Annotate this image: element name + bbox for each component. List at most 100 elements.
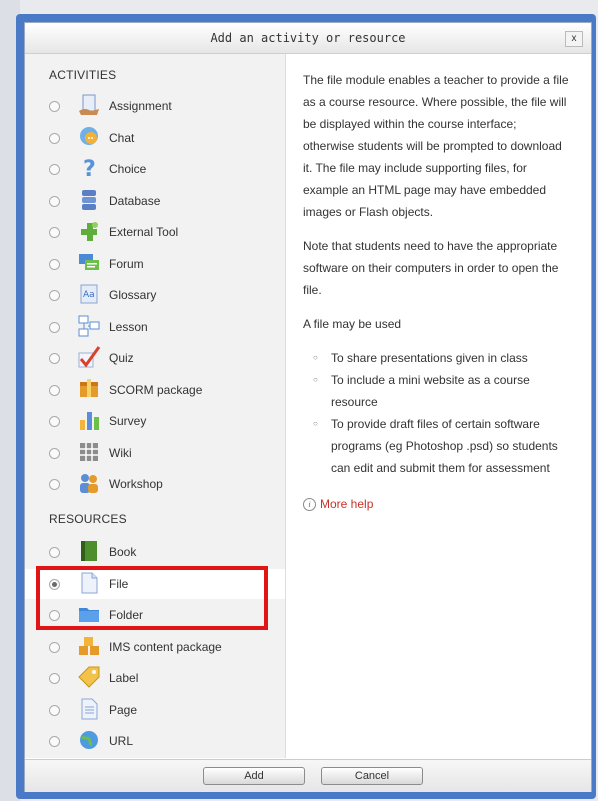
info-icon: i (303, 497, 316, 511)
radio-forum[interactable] (49, 258, 60, 270)
option-label: URL (109, 734, 134, 748)
database-icon (77, 188, 101, 212)
option-workshop[interactable]: Workshop (25, 469, 285, 499)
radio-scorm-package[interactable] (49, 384, 60, 396)
option-label: Page (109, 702, 138, 717)
option-assignment[interactable]: Assignment (25, 91, 285, 121)
dialog-header: Add an activity or resource x (25, 23, 591, 54)
svg-text:?: ? (83, 157, 96, 180)
workshop-icon (77, 471, 101, 495)
option-label: Forum (109, 256, 144, 271)
option-label: Assignment (109, 99, 172, 113)
option-external-tool[interactable]: External Tool (25, 217, 285, 247)
ims-package-icon (77, 634, 101, 658)
option-forum[interactable]: Forum (25, 249, 285, 279)
radio-chat[interactable] (49, 132, 60, 144)
module-description: The file module enables a teacher to pro… (303, 69, 571, 515)
description-paragraph: A file may be used (303, 317, 402, 331)
page-icon (77, 697, 101, 721)
svg-text:Aa: Aa (83, 290, 95, 300)
option-survey[interactable]: Survey (25, 406, 285, 436)
radio-url[interactable] (49, 736, 60, 747)
option-quiz[interactable]: Quiz (25, 343, 285, 373)
option-label: IMS content package (109, 639, 222, 654)
forum-icon (77, 251, 101, 275)
option-label: Database (109, 193, 161, 208)
list-item: To provide draft files of certain softwa… (313, 413, 571, 479)
option-wiki[interactable]: Wiki (25, 438, 285, 468)
choice-icon: ? (77, 156, 101, 182)
book-icon (77, 539, 101, 563)
close-button[interactable]: x (565, 31, 583, 47)
option-label: Workshop (109, 477, 163, 491)
option-label[interactable]: Label (25, 663, 285, 693)
option-ims-content-package[interactable]: IMS content package (25, 632, 285, 662)
option-label: External Tool (109, 225, 179, 239)
description-paragraph: Note that students need to have the appr… (303, 239, 559, 297)
radio-lesson[interactable] (49, 321, 60, 333)
option-file[interactable]: File (25, 568, 285, 599)
uses-list: To share presentations given in class To… (303, 347, 571, 479)
chat-icon (77, 125, 101, 149)
scorm-icon (77, 377, 101, 401)
option-label: Label (109, 671, 139, 685)
radio-database[interactable] (49, 195, 60, 207)
label-icon (77, 665, 101, 689)
radio-assignment[interactable] (49, 101, 60, 112)
option-glossary[interactable]: Aa Glossary (25, 280, 285, 310)
glossary-icon: Aa (77, 282, 101, 306)
dialog-footer: Add Cancel (25, 759, 591, 792)
option-label: Chat (109, 130, 135, 145)
cancel-button[interactable]: Cancel (321, 767, 423, 785)
lesson-icon (77, 314, 101, 338)
option-database[interactable]: Database (25, 186, 285, 216)
radio-survey[interactable] (49, 416, 60, 427)
radio-workshop[interactable] (49, 479, 60, 490)
add-button[interactable]: Add (203, 767, 305, 785)
option-label: Choice (109, 162, 147, 176)
more-help-label: More help (320, 497, 374, 511)
radio-folder[interactable] (49, 610, 60, 621)
option-scorm-package[interactable]: SCORM package (25, 375, 285, 405)
dialog-title: Add an activity or resource (210, 31, 406, 45)
description-paragraph: The file module enables a teacher to pro… (303, 73, 569, 219)
option-label: Book (109, 545, 137, 559)
option-label: Folder (109, 608, 144, 622)
option-label: File (109, 576, 129, 591)
url-icon (77, 728, 101, 752)
option-label: Quiz (109, 351, 134, 365)
quiz-icon (77, 345, 101, 369)
radio-page[interactable] (49, 704, 60, 716)
radio-ims-content-package[interactable] (49, 641, 60, 653)
option-choice[interactable]: ? Choice (25, 154, 285, 184)
radio-glossary[interactable] (49, 290, 60, 301)
assignment-icon (77, 93, 101, 117)
radio-wiki[interactable] (49, 447, 60, 459)
option-label: Survey (109, 414, 147, 428)
radio-file[interactable] (49, 578, 60, 590)
options-list: ACTIVITIES Assignment Chat? Choice Database… (25, 54, 286, 758)
option-lesson[interactable]: Lesson (25, 312, 285, 342)
resources-heading: RESOURCES (49, 512, 127, 526)
wiki-icon (77, 440, 101, 464)
option-book[interactable]: Book (25, 537, 285, 567)
add-activity-dialog: Add an activity or resource x ACTIVITIES… (24, 22, 592, 792)
more-help-link[interactable]: i More help (303, 493, 571, 515)
list-item: To share presentations given in class (313, 347, 571, 369)
option-label: SCORM package (109, 382, 203, 397)
option-chat[interactable]: Chat (25, 123, 285, 153)
radio-choice[interactable] (49, 164, 60, 175)
radio-book[interactable] (49, 547, 60, 558)
option-label: Lesson (109, 319, 148, 334)
option-label: Glossary (109, 288, 157, 302)
option-folder[interactable]: Folder (25, 600, 285, 630)
folder-icon (77, 602, 101, 626)
radio-quiz[interactable] (49, 353, 60, 364)
external-tool-icon (77, 219, 101, 243)
list-item: To include a mini website as a course re… (313, 369, 571, 413)
option-url[interactable]: URL (25, 726, 285, 756)
radio-label[interactable] (49, 673, 60, 684)
option-page[interactable]: Page (25, 695, 285, 725)
radio-external-tool[interactable] (49, 227, 60, 238)
option-label: Wiki (109, 445, 132, 460)
